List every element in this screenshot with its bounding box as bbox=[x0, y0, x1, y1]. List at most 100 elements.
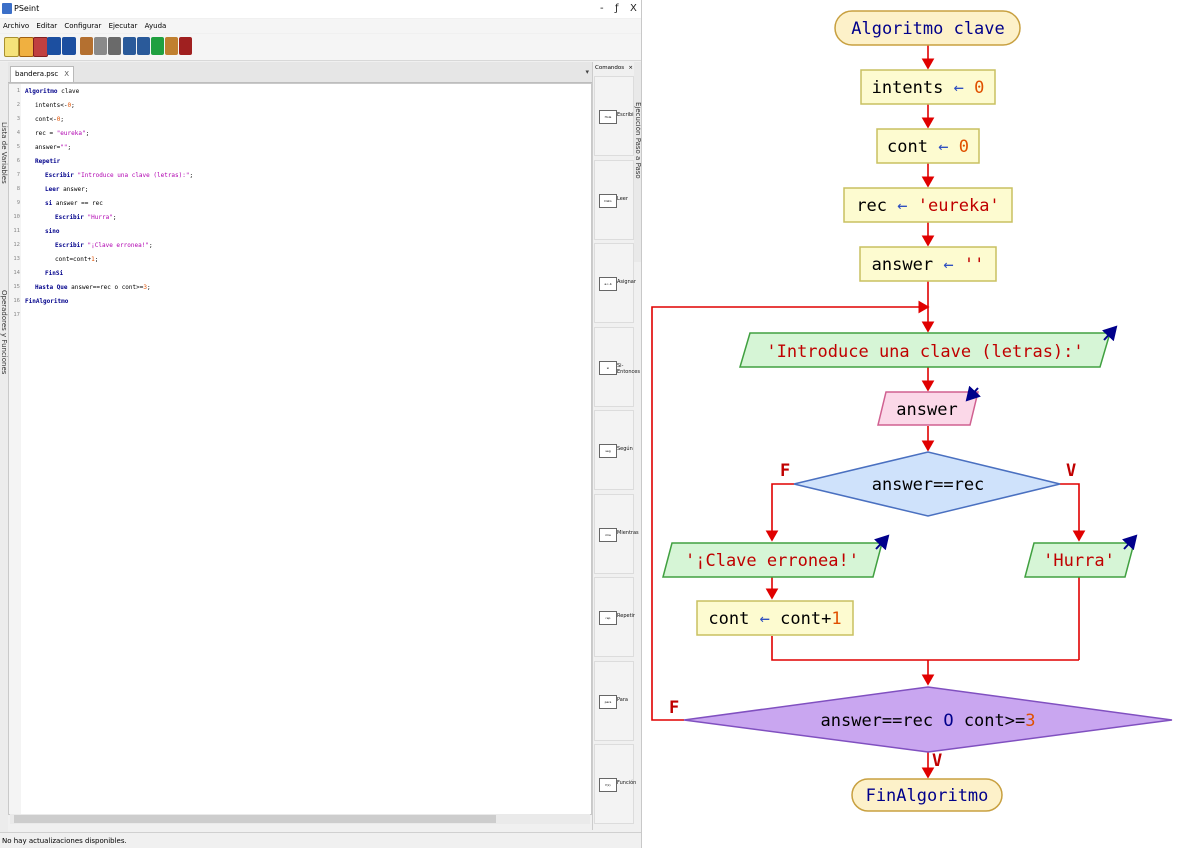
code-token: intents bbox=[35, 102, 61, 109]
code-line[interactable]: answer=""; bbox=[35, 144, 71, 151]
code-token: ; bbox=[67, 144, 72, 151]
command-si-entonces[interactable]: si Si-Entonces bbox=[594, 326, 640, 407]
close-button[interactable]: X bbox=[630, 0, 637, 18]
command-icon: a<-b bbox=[599, 277, 617, 291]
line-number: 8 bbox=[16, 186, 20, 192]
commands-panel-close-icon[interactable]: × bbox=[628, 62, 633, 75]
end-terminal[interactable]: FinAlgoritmo bbox=[851, 778, 1003, 812]
write-hurra-label: 'Hurra' bbox=[1043, 551, 1115, 571]
code-line[interactable]: Repetir bbox=[35, 158, 60, 165]
tab-label: bandera.psc bbox=[15, 70, 59, 78]
commands-panel-title: Comandos bbox=[595, 65, 625, 71]
code-line[interactable]: FinAlgoritmo bbox=[25, 298, 68, 305]
open-file-icon[interactable] bbox=[19, 37, 34, 57]
code-token: ; bbox=[60, 116, 64, 123]
search-icon[interactable] bbox=[137, 37, 150, 55]
command-leer[interactable]: Dato Leer bbox=[594, 159, 634, 240]
command-label: Leer bbox=[617, 195, 628, 202]
code-token: answer= bbox=[35, 144, 61, 151]
code-line[interactable]: sino bbox=[45, 228, 59, 235]
command-para[interactable]: para Para bbox=[594, 660, 634, 741]
new-file-icon[interactable] bbox=[4, 37, 19, 57]
code-token: clave bbox=[57, 88, 80, 95]
menu-ayuda[interactable]: Ayuda bbox=[145, 19, 167, 33]
code-line[interactable]: Hasta Que answer==rec o cont>=3; bbox=[35, 284, 151, 291]
line-number: 16 bbox=[13, 298, 20, 304]
command-funci-n[interactable]: f(x) Función bbox=[594, 744, 636, 824]
decision-label: answer==rec bbox=[872, 475, 985, 495]
menu-archivo[interactable]: Archivo bbox=[3, 19, 29, 33]
assign-intents[interactable]: intents ← 0 bbox=[860, 69, 996, 105]
code-line[interactable]: Escribir "Introduce una clave (letras):"… bbox=[45, 172, 193, 179]
undo-icon[interactable] bbox=[47, 37, 61, 55]
indent-icon[interactable] bbox=[123, 37, 136, 55]
assign-cont[interactable]: cont ← 0 bbox=[876, 128, 980, 164]
variables-list-tab[interactable]: Lista de Variables bbox=[0, 122, 8, 184]
read-answer[interactable]: answer bbox=[877, 385, 982, 426]
paste-icon[interactable] bbox=[108, 37, 121, 55]
assign-rec[interactable]: rec ← 'eureka' bbox=[843, 187, 1013, 223]
code-line[interactable]: si answer == rec bbox=[45, 200, 103, 207]
operators-functions-tab[interactable]: Operadores y Funciones bbox=[0, 290, 8, 374]
assign-answer[interactable]: answer ← '' bbox=[859, 246, 997, 282]
command-mientras[interactable]: mie Mientras bbox=[594, 493, 639, 574]
code-token: "Introduce una clave (letras):" bbox=[77, 172, 190, 179]
code-line[interactable]: Escribir "Hurra"; bbox=[55, 214, 116, 221]
assign-cont-increment[interactable]: cont ← cont+1 bbox=[696, 600, 854, 636]
menu-ejecutar[interactable]: Ejecutar bbox=[109, 19, 138, 33]
line-number: 13 bbox=[13, 256, 20, 262]
code-token: FinAlgoritmo bbox=[25, 298, 69, 305]
command-asignar[interactable]: a<-b Asignar bbox=[594, 243, 636, 323]
restore-button[interactable]: ƒ bbox=[615, 0, 619, 18]
code-line[interactable]: Leer answer; bbox=[45, 186, 88, 193]
step-execution-tab[interactable]: Ejecución Paso a Paso bbox=[634, 62, 641, 262]
svg-text:rec ← 'eureka': rec ← 'eureka' bbox=[856, 196, 999, 216]
decision-true-label: V bbox=[1066, 461, 1076, 481]
tab-bandera[interactable]: bandera.psc X bbox=[10, 66, 75, 82]
code-line[interactable]: FinSi bbox=[45, 270, 63, 277]
code-line[interactable]: cont<-0; bbox=[35, 116, 64, 123]
cut-icon[interactable] bbox=[80, 37, 93, 55]
line-number: 6 bbox=[16, 158, 20, 164]
scrollbar-thumb[interactable] bbox=[14, 815, 496, 823]
code-editor[interactable]: 1 2 3 4 5 6 7 8 9 10 11 12 13 14 15 16 17 Algoritmo clav… bbox=[8, 83, 592, 815]
assign-var: cont bbox=[708, 609, 749, 629]
command-seg-n[interactable]: seg Según bbox=[594, 410, 634, 490]
redo-icon[interactable] bbox=[62, 37, 76, 55]
command-icon: f(x) bbox=[599, 778, 617, 792]
save-icon[interactable] bbox=[33, 37, 48, 57]
write-clave-erronea[interactable]: '¡Clave erronea!' bbox=[662, 534, 890, 578]
code-line[interactable]: intents<-0; bbox=[35, 102, 75, 109]
code-line[interactable]: Escribir "¡Clave erronea!"; bbox=[55, 242, 153, 249]
horizontal-scrollbar[interactable] bbox=[10, 814, 590, 824]
code-line[interactable]: cont=cont+1; bbox=[55, 256, 98, 263]
code-line[interactable]: rec = "eureka"; bbox=[35, 130, 89, 137]
command-label: Mientras bbox=[617, 529, 639, 536]
start-terminal[interactable]: Algoritmo clave bbox=[834, 10, 1021, 46]
write-prompt[interactable]: 'Introduce una clave (letras):' bbox=[738, 325, 1118, 368]
code-line[interactable]: Algoritmo clave bbox=[25, 88, 79, 95]
run-icon[interactable] bbox=[151, 37, 164, 55]
tab-dropdown-icon[interactable]: ▾ bbox=[585, 68, 589, 76]
pseint-window: PSeint - ƒ X Archivo Editar Configurar E… bbox=[0, 0, 642, 848]
minimize-button[interactable]: - bbox=[600, 0, 604, 18]
command-repetir[interactable]: rep Repetir bbox=[594, 577, 635, 657]
command-escribir[interactable]: Hola Escribir bbox=[594, 76, 636, 156]
flowchart-icon[interactable] bbox=[179, 37, 192, 55]
left-side-tabs: Lista de Variables Operadores y Funcione… bbox=[0, 62, 8, 832]
line-number: 11 bbox=[13, 228, 20, 234]
menu-editar[interactable]: Editar bbox=[36, 19, 57, 33]
code-token: si bbox=[45, 200, 56, 207]
tab-close-icon[interactable]: X bbox=[64, 70, 69, 78]
connectors bbox=[651, 45, 1086, 779]
svg-text:answer ← '': answer ← '' bbox=[872, 255, 985, 275]
copy-icon[interactable] bbox=[94, 37, 107, 55]
step-icon[interactable] bbox=[165, 37, 178, 55]
assign-arrow: ← bbox=[943, 255, 953, 275]
decision-answer-rec[interactable]: answer==rec F V bbox=[780, 451, 1076, 517]
loop-condition[interactable]: answer==rec O cont>=3 F V bbox=[669, 686, 1173, 771]
write-hurra[interactable]: 'Hurra' bbox=[1024, 534, 1138, 578]
code-token: <- bbox=[60, 102, 68, 109]
menu-configurar[interactable]: Configurar bbox=[64, 19, 101, 33]
assign-value: '' bbox=[964, 255, 984, 275]
